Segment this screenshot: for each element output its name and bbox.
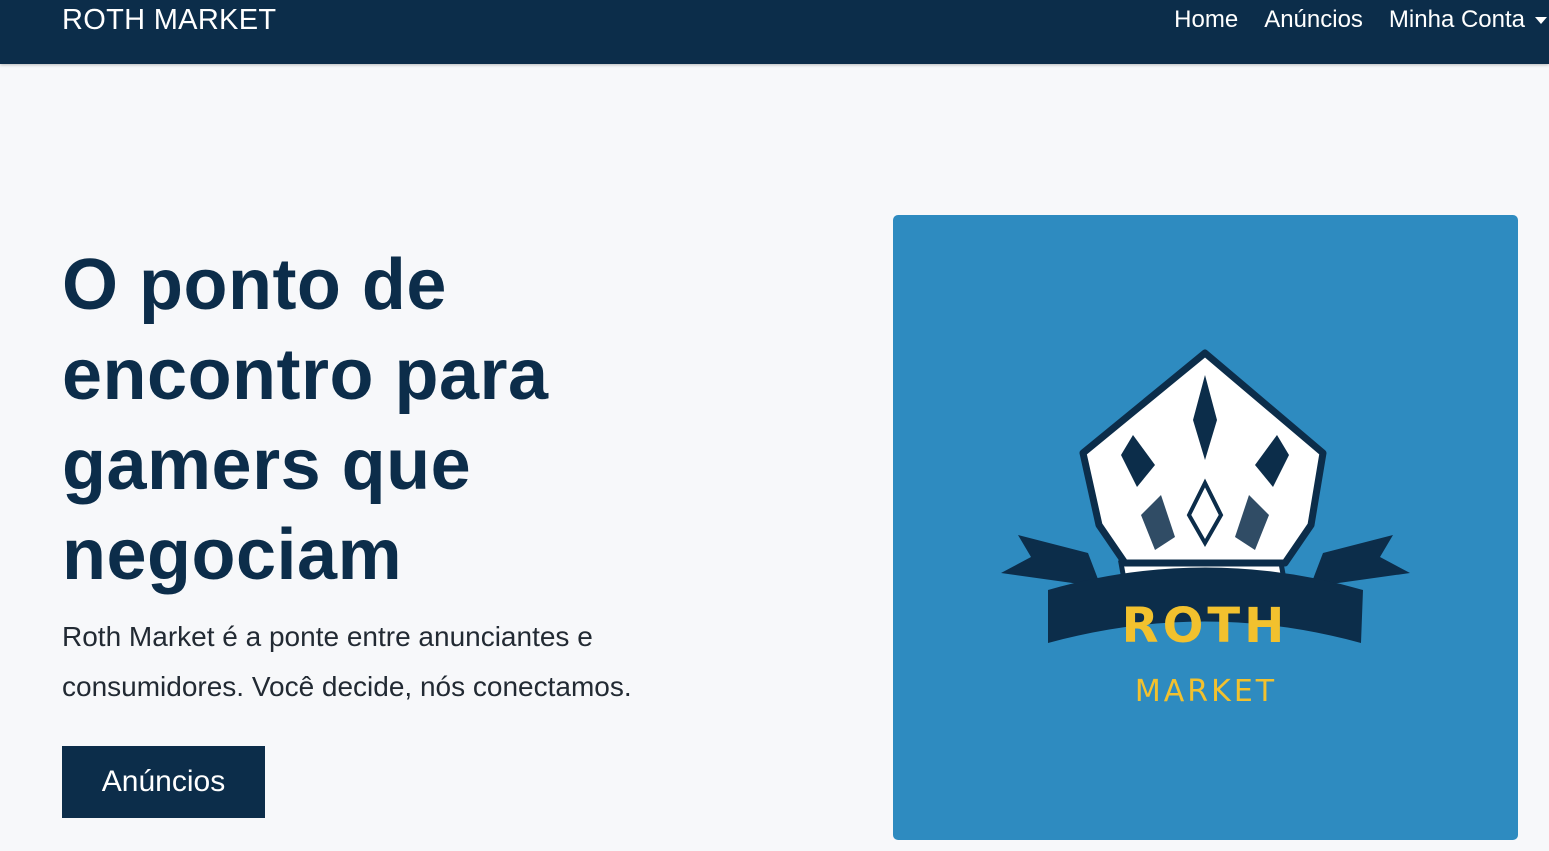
nav-link-anuncios[interactable]: Anúncios	[1264, 6, 1363, 34]
logo-word-roth: ROTH	[1122, 598, 1289, 654]
nav-links: Home Anúncios Minha Conta	[1148, 6, 1549, 34]
top-navbar: ROTH MARKET Home Anúncios Minha Conta	[0, 0, 1549, 64]
caret-down-icon	[1535, 16, 1547, 24]
account-dropdown-label: Minha Conta	[1388, 6, 1525, 33]
account-dropdown-toggle[interactable]: Minha Conta	[1389, 6, 1549, 34]
nav-link-home[interactable]: Home	[1174, 6, 1238, 34]
logo-card: ROTH MARKET	[893, 215, 1518, 840]
anuncios-button[interactable]: Anúncios	[62, 746, 265, 818]
brand-link[interactable]: ROTH MARKET	[62, 4, 276, 37]
hero-title: O ponto de encontro para gamers que nego…	[62, 245, 549, 595]
roth-market-logo: ROTH MARKET	[1001, 349, 1410, 709]
logo-word-market: MARKET	[1135, 674, 1277, 709]
hero-description: Roth Market é a ponte entre anunciantes …	[62, 621, 632, 702]
